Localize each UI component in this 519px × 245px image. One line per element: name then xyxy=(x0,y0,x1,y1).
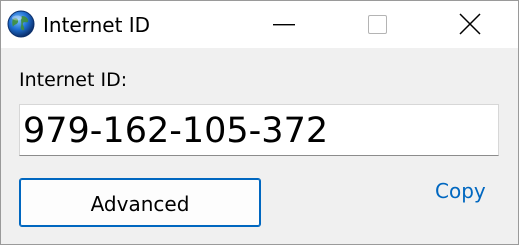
copy-link[interactable]: Copy xyxy=(435,179,486,203)
close-icon xyxy=(459,13,481,35)
internet-id-field[interactable]: 979-162-105-372 xyxy=(19,104,499,156)
close-button[interactable] xyxy=(447,1,493,48)
internet-id-label: Internet ID: xyxy=(19,69,128,91)
advanced-button-label: Advanced xyxy=(90,192,190,216)
minimize-icon xyxy=(273,24,295,26)
globe-icon xyxy=(7,10,35,38)
advanced-button[interactable]: Advanced xyxy=(19,178,261,227)
maximize-button[interactable] xyxy=(355,1,401,48)
internet-id-window: Internet ID Internet ID: 979-162-105-372… xyxy=(0,0,519,245)
minimize-button[interactable] xyxy=(261,1,307,48)
title-bar[interactable]: Internet ID xyxy=(1,1,518,48)
window-title: Internet ID xyxy=(43,13,151,37)
internet-id-value[interactable]: 979-162-105-372 xyxy=(23,111,328,151)
maximize-icon xyxy=(368,15,387,34)
